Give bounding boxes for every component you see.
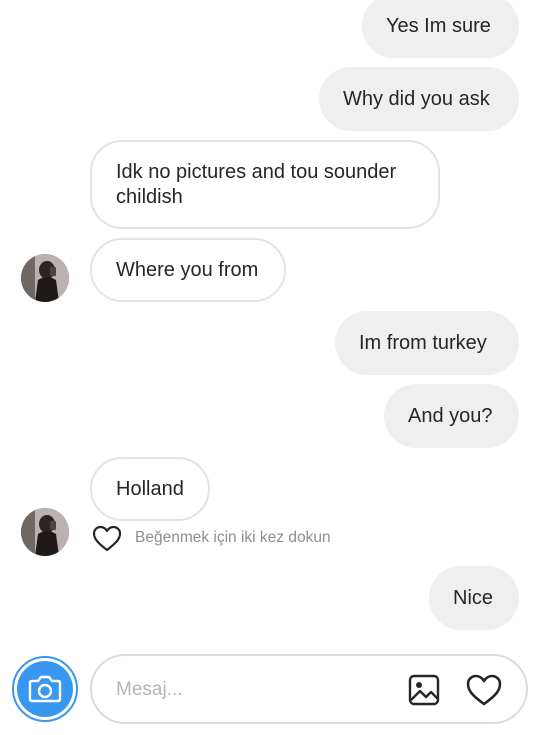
like-hint-text: Beğenmek için iki kez dokun (135, 529, 331, 546)
message-composer (90, 654, 528, 724)
gallery-button[interactable] (406, 672, 442, 708)
sent-message[interactable]: And you? (384, 384, 519, 448)
profile-photo (21, 254, 69, 302)
message-text: Nice (453, 586, 494, 609)
camera-icon (28, 675, 62, 703)
like-button[interactable] (464, 671, 504, 709)
message-text: Where you from (116, 258, 259, 281)
message-text: Holland (116, 477, 184, 500)
message-text: Why did you ask (343, 87, 490, 110)
message-text: Yes Im sure (386, 14, 491, 37)
camera-button[interactable] (12, 656, 78, 722)
avatar[interactable] (21, 508, 69, 556)
avatar[interactable] (21, 254, 69, 302)
received-message[interactable]: Holland (90, 457, 210, 521)
like-hint-row: Beğenmek için iki kez dokun (92, 523, 331, 553)
sent-message[interactable]: Yes Im sure (362, 0, 519, 58)
image-gallery-icon (408, 674, 440, 706)
received-message[interactable]: Where you from (90, 238, 286, 302)
message-text: Im from turkey (359, 331, 487, 354)
sent-message[interactable]: Nice (429, 566, 519, 630)
sent-message[interactable]: Im from turkey (335, 311, 519, 375)
heart-icon (466, 674, 502, 706)
profile-photo (21, 508, 69, 556)
message-input[interactable] (114, 674, 398, 706)
heart-icon[interactable] (92, 525, 122, 552)
message-text: Idk no pictures and tou sounder childish (116, 160, 397, 208)
received-message[interactable]: Idk no pictures and tou sounder childish (90, 140, 440, 229)
message-text: And you? (408, 404, 493, 427)
sent-message[interactable]: Why did you ask (319, 67, 519, 131)
camera-button-fill (17, 661, 73, 717)
